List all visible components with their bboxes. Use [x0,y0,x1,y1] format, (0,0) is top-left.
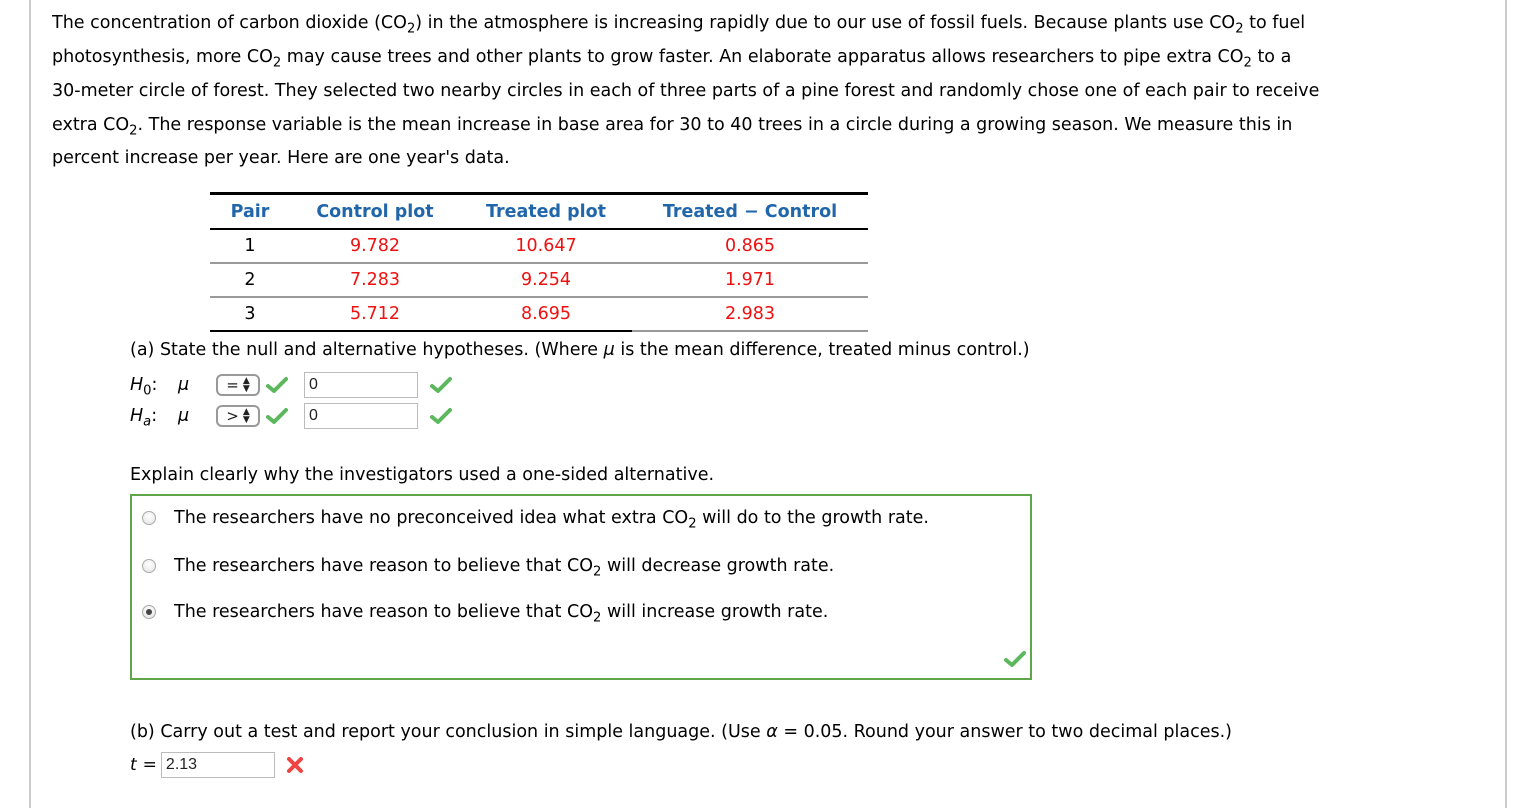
text: is the mean difference, treated minus co… [614,340,1030,360]
check-icon [266,377,288,393]
check-icon [430,377,452,393]
problem-intro: The concentration of carbon dioxide (CO 2… [52,6,1492,176]
header-difference: Treated − Control [632,192,868,230]
cell-pair: 1 [210,229,290,264]
alternative-hypothesis-row: Ha: μ > ▲ ▼ [130,403,452,429]
ha-value-input[interactable] [304,403,418,429]
text: will decrease growth rate. [601,556,835,576]
up-down-arrows-icon: ▲ ▼ [242,407,250,425]
text: to a [1251,47,1292,67]
selected-operator: > [226,407,239,425]
cell-diff: 1.971 [632,263,868,298]
radio-button[interactable] [142,511,156,525]
ha-label: Ha: [130,406,178,429]
ha-operator-select[interactable]: > ▲ ▼ [216,405,260,427]
intro-line-1: The concentration of carbon dioxide (CO 2… [52,6,1492,40]
option-decrease-growth[interactable]: The researchers have reason to believe t… [142,556,835,579]
cell-treated: 10.647 [460,229,632,264]
radio-button[interactable] [142,559,156,573]
equals-sign: = [142,755,157,775]
h0-label: H0: [130,375,178,398]
intro-line-2: photosynthesis, more CO2 may cause trees… [52,40,1492,74]
text: ) in the atmosphere is increasing rapidl… [415,13,1236,33]
header-treated-plot: Treated plot [460,192,632,230]
option-no-preconceived-idea[interactable]: The researchers have no preconceived ide… [142,508,929,531]
table-row: 3 5.712 8.695 2.983 [210,297,868,332]
mu-symbol: μ [178,375,190,395]
subscript: a [143,414,152,430]
table-row: 2 7.283 9.254 1.971 [210,263,868,298]
h0-value-input[interactable] [304,372,418,398]
cell-control: 9.782 [290,229,460,264]
data-table: Pair Control plot Treated plot Treated −… [210,192,868,332]
cell-control: 5.712 [290,297,460,332]
t-statistic-row: t = [130,752,305,778]
text: : [151,406,158,426]
text: = 0.05. Round your answer to two decimal… [777,722,1232,742]
text: The concentration of carbon dioxide (CO [52,13,407,33]
text: : [151,375,158,395]
null-hypothesis-row: H0: μ = ▲ ▼ [130,372,452,398]
text: will do to the growth rate. [696,508,929,528]
text: The researchers have reason to believe t… [174,602,594,622]
table-row: 1 9.782 10.647 0.865 [210,229,868,264]
radio-button-selected[interactable] [142,605,156,619]
cell-treated: 9.254 [460,263,632,298]
check-icon [266,408,288,424]
part-b-prompt: (b) Carry out a test and report your con… [130,722,1232,742]
cell-diff: 0.865 [632,229,868,264]
option-increase-growth[interactable]: The researchers have reason to believe t… [142,602,829,625]
check-icon [1004,651,1026,667]
text: . The response variable is the mean incr… [137,115,1293,135]
subscript: 2 [272,55,282,71]
cell-treated: 8.695 [460,297,632,332]
text: will increase growth rate. [601,602,829,622]
subscript: 0 [143,383,152,399]
text: may cause trees and other plants to grow… [281,47,1244,67]
text: The researchers have no preconceived ide… [174,508,689,528]
subscript: 2 [1235,21,1244,37]
cell-pair: 3 [210,297,290,332]
explain-prompt: Explain clearly why the investigators us… [130,465,715,485]
part-a-prompt: (a) State the null and alternative hypot… [130,340,1030,360]
h0-operator-select[interactable]: = ▲ ▼ [216,374,260,396]
intro-line-4: extra CO2. The response variable is the … [52,108,1492,140]
header-pair: Pair [210,192,290,230]
cell-diff: 2.983 [632,297,868,332]
up-down-arrows-icon: ▲ ▼ [242,376,250,394]
text: (b) Carry out a test and report your con… [130,722,767,742]
x-mark-icon [286,757,303,773]
selected-operator: = [226,376,239,394]
table-header-row: Pair Control plot Treated plot Treated −… [210,192,868,230]
option-label: The researchers have no preconceived ide… [174,508,929,531]
option-label: The researchers have reason to believe t… [174,602,829,625]
text: H [130,406,144,426]
subscript: 2 [129,123,138,139]
text: to fuel [1243,13,1306,33]
text: H [130,375,144,395]
mu-symbol: μ [603,340,615,360]
text: (a) State the null and alternative hypot… [130,340,604,360]
text: The researchers have reason to believe t… [174,556,594,576]
multiple-choice-box: The researchers have no preconceived ide… [130,494,1032,680]
mu-symbol: μ [178,406,190,426]
check-icon [430,408,452,424]
t-label: t [130,755,137,775]
header-control-plot: Control plot [290,192,460,230]
t-value-input[interactable] [160,752,275,778]
cell-control: 7.283 [290,263,460,298]
intro-line-5: percent increase per year. Here are one … [52,148,510,168]
subscript: 2 [688,516,697,532]
option-label: The researchers have reason to believe t… [174,556,835,579]
text: extra CO [52,115,130,135]
subscript: 2 [1243,55,1252,71]
cell-pair: 2 [210,263,290,298]
intro-line-3: 30-meter circle of forest. They selected… [52,81,1320,101]
alpha-symbol: α [766,722,778,742]
text: photosynthesis, more CO [52,47,273,67]
